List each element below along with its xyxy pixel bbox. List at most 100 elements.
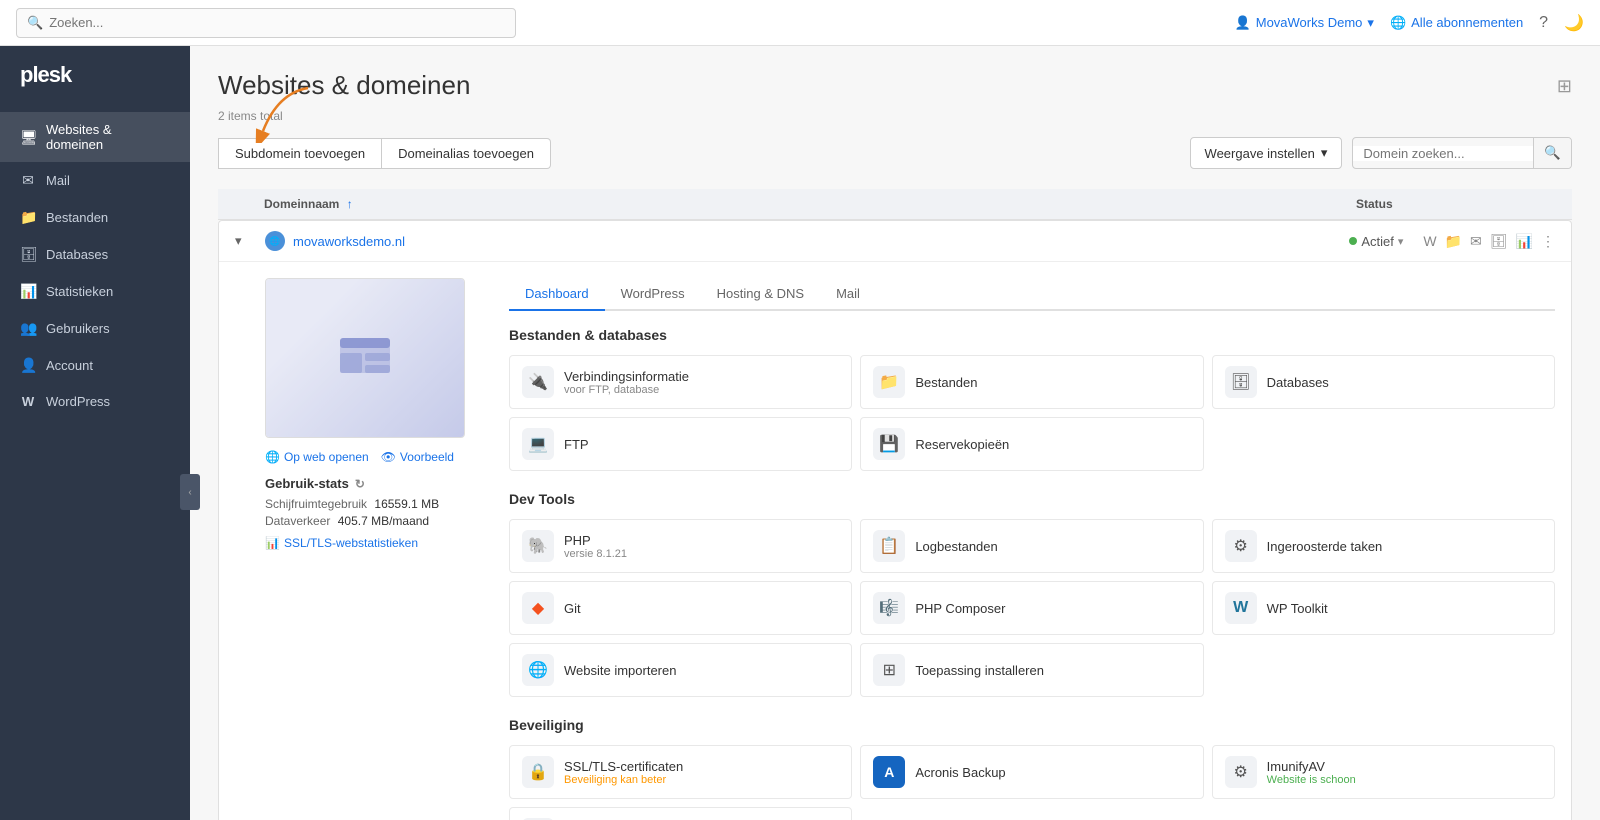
tab-mail[interactable]: Mail <box>820 278 876 311</box>
view-settings-label: Weergave instellen <box>1205 146 1315 161</box>
tool-ftp[interactable]: 💻 FTP <box>509 417 852 471</box>
detail-tabs: Dashboard WordPress Hosting & DNS Mail <box>509 278 1555 311</box>
sidebar: plesk 🖥 Websites & domeinen ✉ Mail 📁 Bes… <box>0 46 190 820</box>
sort-icon: ↑ <box>347 197 353 211</box>
user-name: MovaWorks Demo <box>1256 15 1363 30</box>
sidebar-item-websites[interactable]: 🖥 Websites & domeinen <box>0 112 190 162</box>
sidebar-collapse-button[interactable]: ‹ <box>180 474 200 510</box>
bestanden-name: Bestanden <box>915 375 977 390</box>
acronis-icon: A <box>873 756 905 788</box>
sidebar-item-bestanden[interactable]: 📁 Bestanden <box>0 199 190 236</box>
tool-databases[interactable]: 🗄 Databases <box>1212 355 1555 409</box>
tool-git[interactable]: ◆ Git <box>509 581 852 635</box>
tool-verbinding[interactable]: 🔌 Verbindingsinformatie voor FTP, databa… <box>509 355 852 409</box>
sidebar-item-wordpress[interactable]: W WordPress <box>0 384 190 419</box>
more-action-icon[interactable]: ⋮ <box>1541 233 1555 250</box>
db-action-icon[interactable]: 🗄 <box>1490 233 1508 250</box>
tool-logbestanden[interactable]: 📋 Logbestanden <box>860 519 1203 573</box>
search-icon: 🔍 <box>27 15 43 31</box>
refresh-icon[interactable]: ↻ <box>355 477 365 491</box>
detail-right: Dashboard WordPress Hosting & DNS Mail B… <box>509 278 1555 820</box>
stats-action-icon[interactable]: 📊 <box>1516 233 1533 250</box>
ssl-stats-link[interactable]: 📊 SSL/TLS-webstatistieken <box>265 536 485 550</box>
open-web-link[interactable]: 🌐 Op web openen <box>265 450 369 464</box>
view-settings-button[interactable]: Weergave instellen ▾ <box>1190 137 1343 169</box>
domain-search-input[interactable] <box>1353 146 1533 161</box>
logbestanden-icon: 📋 <box>873 530 905 562</box>
domain-expand-button[interactable]: ▾ <box>235 233 255 249</box>
search-input[interactable] <box>49 15 505 30</box>
toepassing-name: Toepassing installeren <box>915 663 1044 678</box>
stats-icon: 📊 <box>20 283 36 300</box>
files-icon: 📁 <box>20 209 36 226</box>
sidebar-item-label: Bestanden <box>46 210 108 225</box>
topbar: 🔍 👤 MovaWorks Demo ▾ 🌐 Alle abonnementen… <box>0 0 1600 46</box>
preview-link[interactable]: 👁 Voorbeeld <box>381 450 454 464</box>
usage-traffic-value: 405.7 MB/maand <box>338 514 429 528</box>
sidebar-item-label: Websites & domeinen <box>46 122 170 152</box>
sidebar-item-account[interactable]: 👤 Account <box>0 347 190 384</box>
sidebar-item-gebruikers[interactable]: 👥 Gebruikers <box>0 310 190 347</box>
verbinding-sub: voor FTP, database <box>564 384 689 396</box>
moon-icon[interactable]: 🌙 <box>1564 13 1584 33</box>
add-domainalias-button[interactable]: Domeinalias toevoegen <box>382 138 551 169</box>
databases-name: Databases <box>1267 375 1329 390</box>
domain-row: ▾ 🌐 movaworksdemo.nl Actief ▾ W 📁 ✉ 🗄 📊 <box>219 221 1571 262</box>
sidebar-item-label: Account <box>46 358 93 373</box>
tool-ingeroosterd[interactable]: ⚙ Ingeroosterde taken <box>1212 519 1555 573</box>
usage-disk-value: 16559.1 MB <box>374 497 439 511</box>
sidebar-item-mail[interactable]: ✉ Mail <box>0 162 190 199</box>
subscriptions-menu[interactable]: 🌐 Alle abonnementen <box>1390 15 1523 31</box>
tool-acronis[interactable]: A Acronis Backup <box>860 745 1203 799</box>
tool-importeren[interactable]: 🌐 Website importeren <box>509 643 852 697</box>
wordpress-action-icon[interactable]: W <box>1423 233 1436 249</box>
sidebar-item-databases[interactable]: 🗄 Databases <box>0 236 190 273</box>
acronis-name: Acronis Backup <box>915 765 1005 780</box>
tool-wptoolkit[interactable]: W WP Toolkit <box>1212 581 1555 635</box>
git-name: Git <box>564 601 581 616</box>
account-icon: 👤 <box>20 357 36 374</box>
detail-inner: 🌐 Op web openen 👁 Voorbeeld Gebruik-stat… <box>265 262 1555 820</box>
verbinding-icon: 🔌 <box>522 366 554 398</box>
layout-icon[interactable]: ⊞ <box>1557 76 1572 97</box>
help-icon[interactable]: ? <box>1539 14 1548 32</box>
tool-php[interactable]: 🐘 PHP versie 8.1.21 <box>509 519 852 573</box>
domain-search[interactable]: 🔍 <box>1352 137 1572 169</box>
tool-afgeschermde[interactable]: 📁 Afgeschermde mappen <box>509 807 852 820</box>
user-menu[interactable]: 👤 MovaWorks Demo ▾ <box>1235 15 1374 31</box>
reservekopien-name: Reservekopieën <box>915 437 1009 452</box>
tab-wordpress[interactable]: WordPress <box>605 278 701 311</box>
site-actions: 🌐 Op web openen 👁 Voorbeeld <box>265 450 485 464</box>
tool-bestanden[interactable]: 📁 Bestanden <box>860 355 1203 409</box>
reservekopien-icon: 💾 <box>873 428 905 460</box>
tool-reservekopien[interactable]: 💾 Reservekopieën <box>860 417 1203 471</box>
tool-phpcomposer[interactable]: 🎼 PHP Composer <box>860 581 1203 635</box>
files-action-icon[interactable]: 📁 <box>1445 233 1462 250</box>
ingeroosterd-name: Ingeroosterde taken <box>1267 539 1383 554</box>
tool-imunifyav[interactable]: ⚙ ImunifyAV Website is schoon <box>1212 745 1555 799</box>
global-search[interactable]: 🔍 <box>16 8 516 38</box>
col-domain-header: Domeinnaam ↑ <box>264 197 1356 211</box>
tools-grid-devtools: 🐘 PHP versie 8.1.21 📋 Logbest <box>509 519 1555 697</box>
tab-hosting[interactable]: Hosting & DNS <box>701 278 820 311</box>
mail-action-icon[interactable]: ✉ <box>1470 233 1482 250</box>
tool-ssl[interactable]: 🔒 SSL/TLS-certificaten Beveiliging kan b… <box>509 745 852 799</box>
phpcomposer-name: PHP Composer <box>915 601 1005 616</box>
sidebar-item-label: Statistieken <box>46 284 113 299</box>
mail-icon: ✉ <box>20 172 36 189</box>
chevron-down-icon: ▾ <box>1321 145 1328 161</box>
chevron-down-icon: ▾ <box>1367 15 1374 31</box>
domain-name[interactable]: movaworksdemo.nl <box>293 234 405 249</box>
imunifyav-icon: ⚙ <box>1225 756 1257 788</box>
ssl-name: SSL/TLS-certificaten <box>564 759 683 774</box>
wordpress-icon: W <box>20 394 36 409</box>
imunifyav-sub: Website is schoon <box>1267 774 1356 786</box>
add-subdomain-button[interactable]: Subdomein toevoegen <box>218 138 382 169</box>
domain-search-button[interactable]: 🔍 <box>1533 138 1571 168</box>
sidebar-item-statistieken[interactable]: 📊 Statistieken <box>0 273 190 310</box>
usage-traffic-row: Dataverkeer 405.7 MB/maand <box>265 514 485 528</box>
tool-toepassing[interactable]: ⊞ Toepassing installeren <box>860 643 1203 697</box>
phpcomposer-icon: 🎼 <box>873 592 905 624</box>
tab-dashboard[interactable]: Dashboard <box>509 278 605 311</box>
site-preview <box>265 278 465 438</box>
